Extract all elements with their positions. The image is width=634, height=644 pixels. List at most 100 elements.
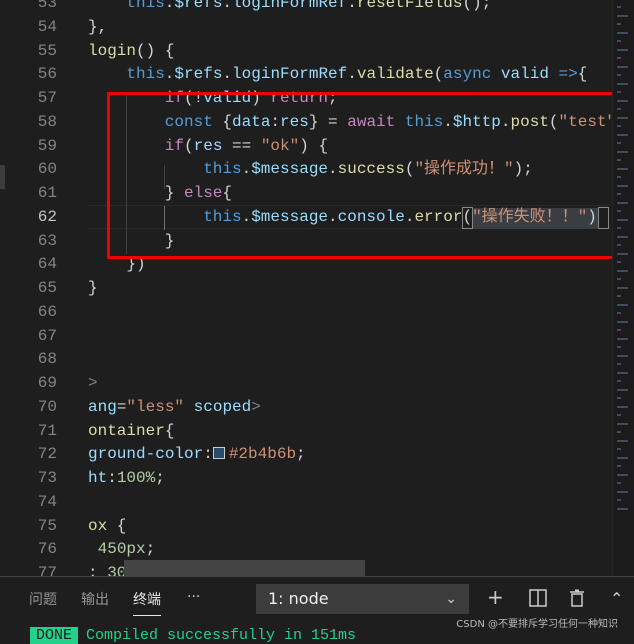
tab-problems[interactable]: 问题 — [29, 589, 57, 609]
line-number: 67 — [37, 326, 57, 345]
code-line[interactable]: 72 ground-color: #2b4b6b; — [0, 442, 610, 466]
code-line[interactable]: 68 — [0, 347, 610, 371]
code-token: . — [222, 65, 233, 84]
code-line[interactable]: 75 ox { — [0, 514, 610, 538]
code-token: "less" — [126, 397, 185, 416]
code-token: => — [558, 65, 578, 84]
minimap-line — [617, 286, 628, 289]
minimap-line — [617, 329, 621, 331]
code-token: { — [577, 65, 588, 84]
status-badge: DONE — [30, 627, 79, 644]
minimap-line — [617, 108, 621, 110]
hover-widget — [124, 560, 365, 576]
more-icon[interactable]: ··· — [187, 589, 200, 605]
code-token: }, — [88, 17, 108, 36]
code-token: loginFormRef — [232, 65, 348, 84]
minimap-line — [617, 74, 621, 76]
minimap-line — [617, 201, 628, 204]
code-line[interactable]: 54}, — [0, 15, 610, 39]
terminal-select-value: 1: node — [268, 589, 329, 608]
line-number: 63 — [37, 231, 57, 250]
code-token: this — [126, 0, 165, 12]
minimap-line — [617, 388, 628, 391]
code-token: ; — [296, 445, 306, 464]
code-line[interactable]: 73 ht:100%; — [0, 466, 610, 490]
minimap-line — [617, 218, 628, 221]
minimap-line — [617, 40, 621, 42]
code-line[interactable]: 55 login() { — [0, 39, 610, 63]
minimap-line — [617, 405, 628, 408]
code-text: ang="less" scoped> — [88, 395, 261, 419]
minimap-line — [617, 371, 628, 374]
minimap-line — [617, 227, 621, 229]
watermark: CSDN @不要排斥学习任何一种知识 — [456, 619, 618, 630]
plus-icon[interactable]: + — [487, 585, 504, 609]
trash-icon[interactable] — [569, 588, 585, 612]
code-line[interactable]: 56 this.$refs.loginFormRef.validate(async… — [0, 62, 610, 86]
code-text: ox { — [88, 514, 126, 538]
minimap-line — [617, 210, 621, 212]
code-line[interactable]: 65} — [0, 276, 610, 300]
code-token: loginFormRef — [232, 0, 348, 12]
line-number: 58 — [37, 112, 57, 131]
minimap-line — [617, 184, 628, 187]
code-editor[interactable]: 53 this.$refs.loginFormRef.resetFields();… — [0, 0, 634, 576]
tab-output[interactable]: 输出 — [81, 589, 109, 609]
minimap-line — [617, 244, 621, 246]
minimap-line — [617, 193, 621, 195]
code-token: . — [164, 65, 175, 84]
code-token: : — [107, 469, 117, 487]
minimap-line — [617, 159, 621, 161]
minimap-line — [617, 6, 621, 8]
code-token: = — [116, 397, 127, 416]
code-line[interactable]: 70 ang="less" scoped> — [0, 395, 610, 419]
code-line[interactable]: 69 > — [0, 371, 610, 395]
code-token: ht — [88, 469, 108, 487]
code-token: $refs — [174, 65, 223, 84]
tab-terminal[interactable]: 终端 — [133, 589, 161, 616]
color-swatch-icon — [212, 447, 225, 460]
code-line[interactable]: 74 — [0, 490, 610, 514]
minimap-line — [617, 363, 621, 365]
line-number: 72 — [37, 445, 57, 464]
terminal-output[interactable]: DONE Compiled successfully in 151ms — [30, 627, 356, 644]
minimap-line — [617, 99, 628, 102]
split-terminal-icon[interactable] — [529, 588, 547, 612]
code-token: . — [347, 0, 357, 12]
minimap-line — [617, 465, 621, 467]
terminal-select[interactable]: 1: node ⌄ — [256, 584, 469, 614]
code-line[interactable]: 76 450px; — [0, 537, 610, 561]
code-line[interactable]: 66 — [0, 300, 610, 324]
line-number: 66 — [37, 302, 57, 321]
minimap-line — [617, 439, 628, 442]
minimap-line — [617, 482, 621, 484]
code-token: valid — [500, 65, 549, 84]
minimap-line — [617, 269, 628, 272]
code-text: > — [88, 371, 98, 395]
code-token: ground-color — [88, 445, 204, 464]
minimap-line — [617, 397, 621, 399]
code-token: : — [88, 564, 108, 576]
minimap[interactable] — [612, 0, 634, 576]
line-number: 54 — [37, 17, 57, 36]
minimap-line — [617, 125, 621, 127]
code-token: this — [126, 65, 165, 84]
code-token: . — [222, 0, 233, 12]
chevron-up-icon[interactable]: ⌃ — [610, 589, 623, 608]
minimap-line — [617, 278, 621, 280]
minimap-line — [617, 337, 628, 340]
line-number: 56 — [37, 65, 57, 84]
code-text: this.$refs.loginFormRef.resetFields(); — [88, 0, 491, 15]
annotation-red-box — [107, 92, 618, 259]
line-number: 55 — [37, 41, 57, 60]
code-token: (); — [462, 0, 492, 12]
code-line[interactable]: 71 ontainer{ — [0, 419, 610, 443]
bottom-panel: 问题 输出 终端 ··· 1: node ⌄ + ⌃ DONE Compiled s… — [0, 576, 634, 644]
minimap-line — [617, 176, 621, 178]
code-token: > — [88, 374, 98, 392]
code-line[interactable]: 67 — [0, 324, 610, 348]
line-number: 60 — [37, 160, 57, 179]
code-line[interactable]: 53 this.$refs.loginFormRef.resetFields(); — [0, 0, 610, 15]
